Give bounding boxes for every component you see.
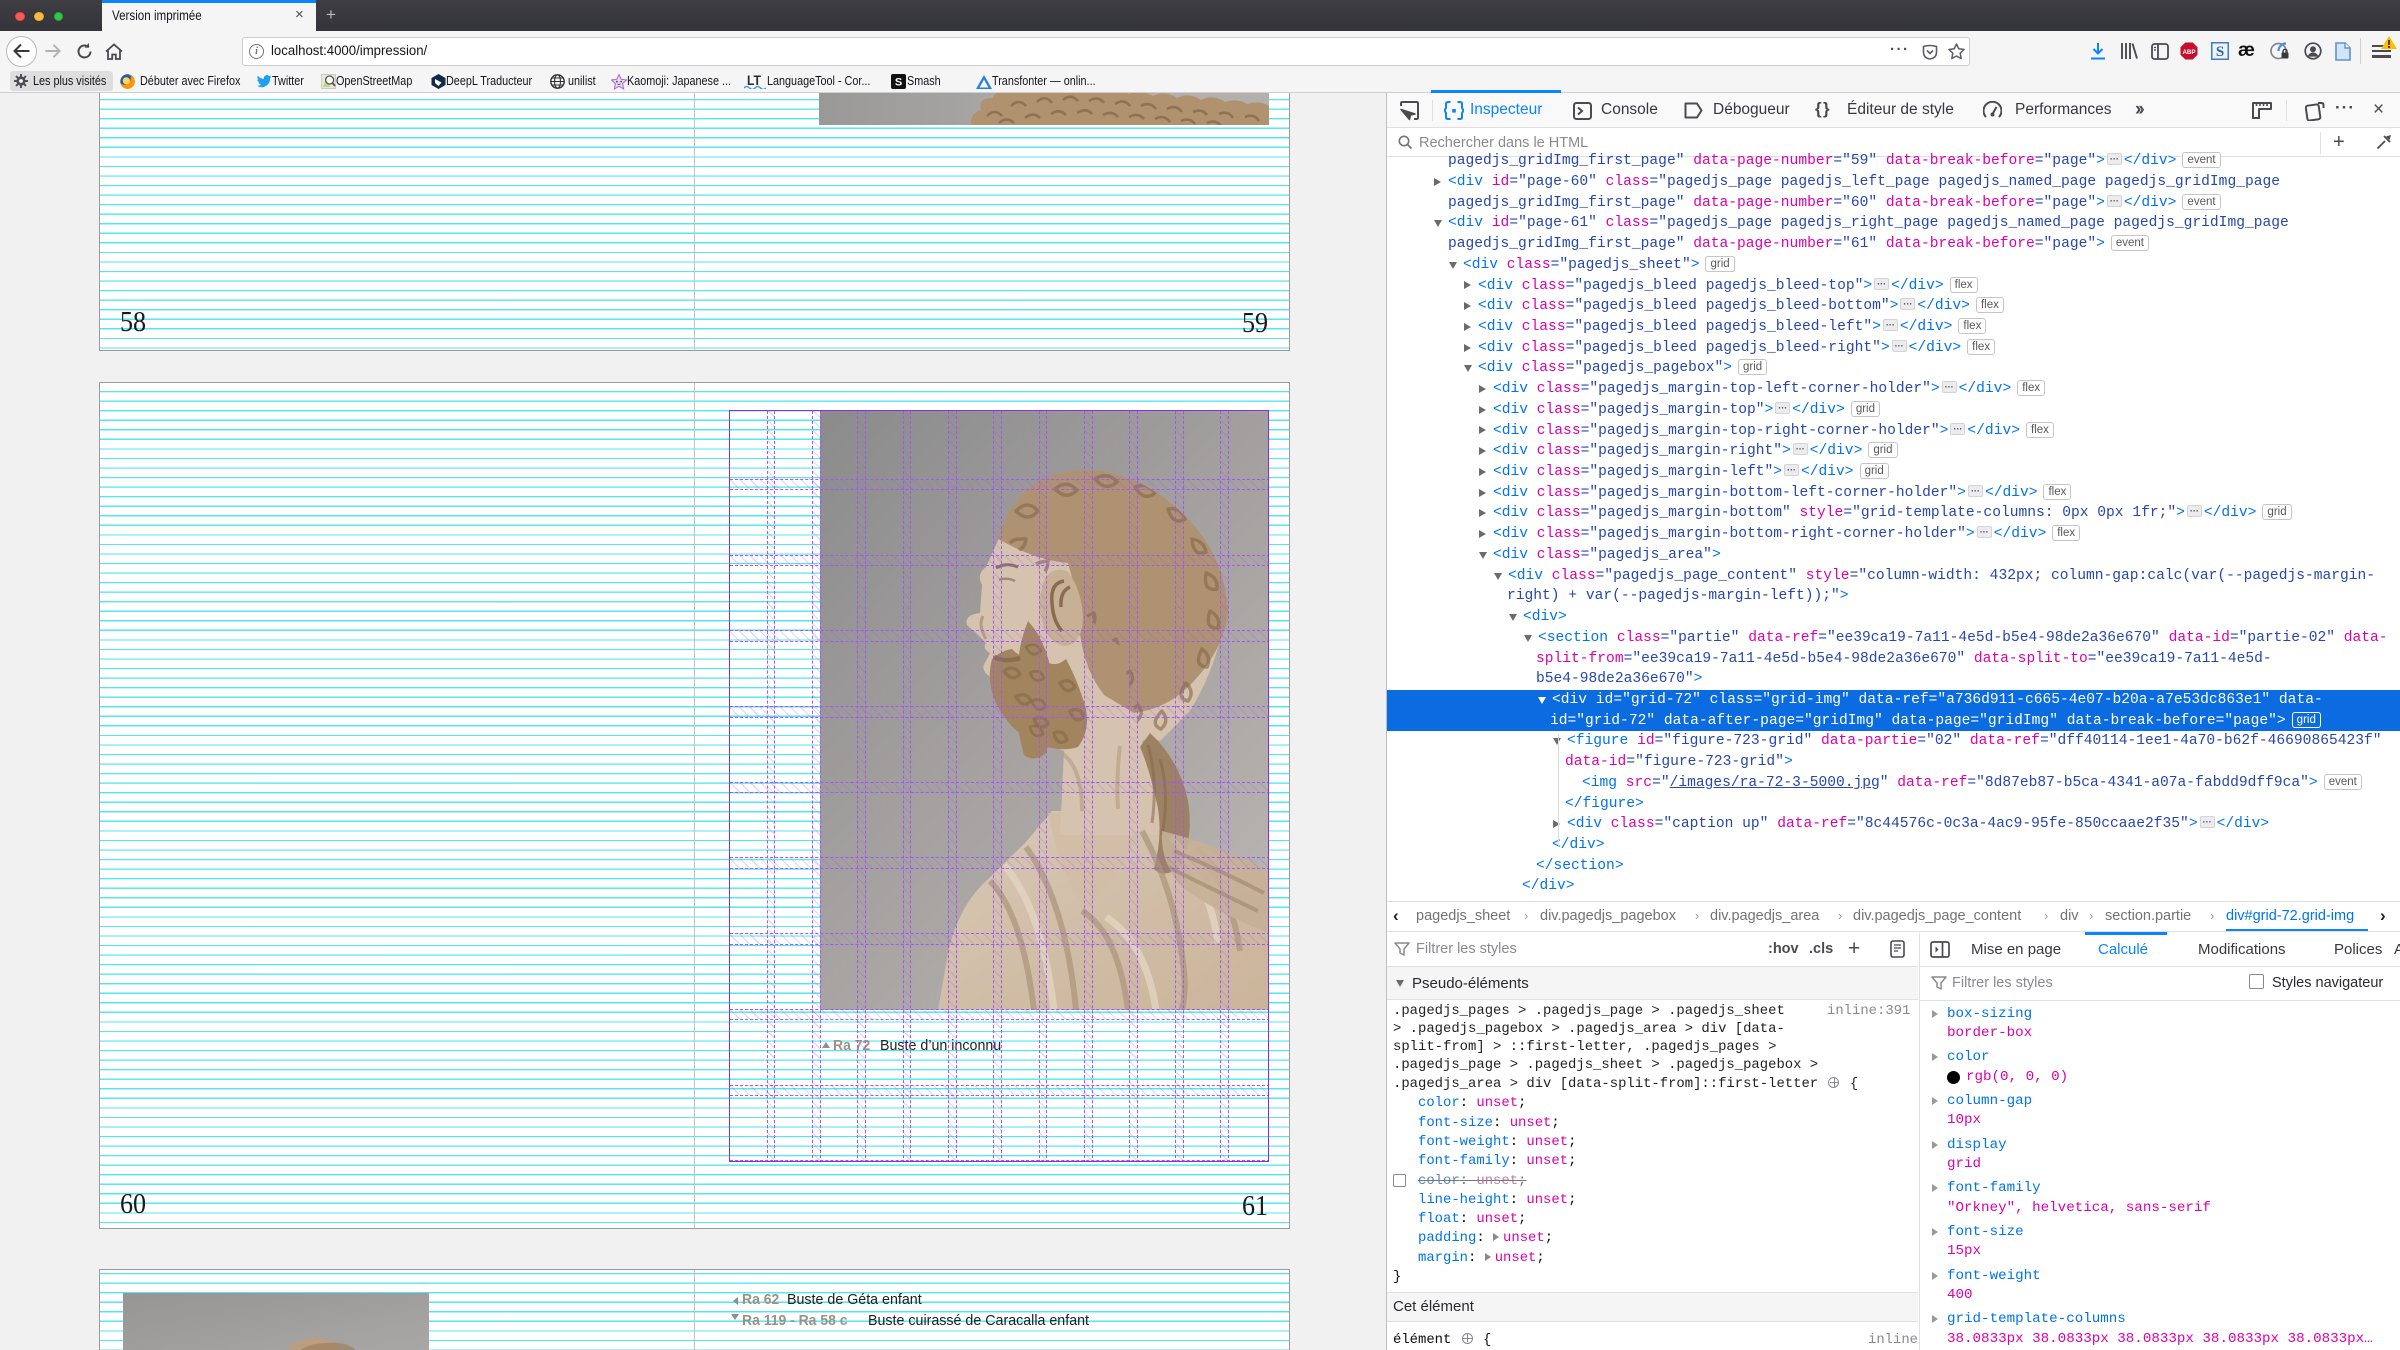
svg-text:ABP: ABP	[2182, 49, 2195, 56]
svg-text:S: S	[895, 77, 902, 89]
svg-text:S: S	[2216, 44, 2224, 60]
